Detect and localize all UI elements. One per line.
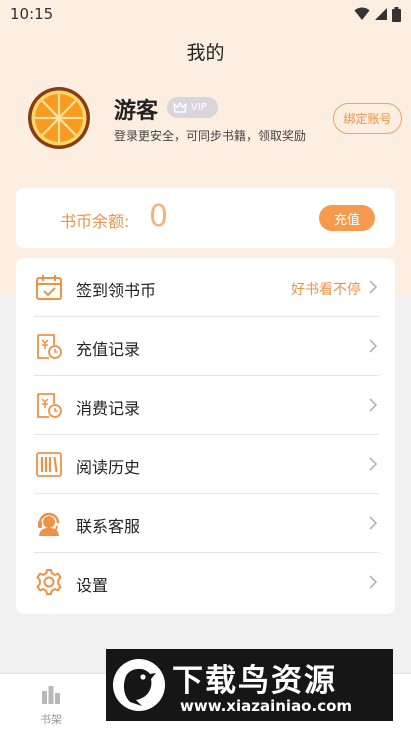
consume-record-icon bbox=[37, 393, 62, 418]
bind-account-button[interactable]: 绑定账号 bbox=[333, 103, 402, 134]
menu-item-label: 阅读历史 bbox=[76, 458, 141, 477]
watermark-banner: 下载鸟资源 www.xiazainiao.com bbox=[106, 649, 393, 721]
battery-icon bbox=[392, 6, 401, 22]
avatar[interactable] bbox=[28, 87, 90, 149]
coin-balance-card: 书币余额: 0 充值 bbox=[16, 188, 395, 248]
menu-item-recharge-record[interactable]: 充值记录 bbox=[16, 317, 395, 376]
gear-icon bbox=[36, 569, 62, 595]
chevron-right-icon bbox=[369, 398, 378, 412]
menu-item-checkin[interactable]: 签到领书币 好书看不停 bbox=[16, 258, 395, 317]
chevron-right-icon bbox=[369, 457, 378, 471]
menu-item-consume-record[interactable]: 消费记录 bbox=[16, 376, 395, 435]
watermark-title: 下载鸟资源 bbox=[172, 663, 337, 699]
bird-logo-icon bbox=[113, 659, 165, 711]
vip-badge: VIP bbox=[167, 97, 218, 118]
menu-item-label: 消费记录 bbox=[76, 399, 141, 418]
menu-item-label: 联系客服 bbox=[76, 517, 141, 536]
tab-label: 书架 bbox=[40, 713, 62, 726]
page-title: 我的 bbox=[186, 42, 225, 64]
wifi-icon bbox=[354, 7, 370, 20]
coin-balance-label: 书币余额: bbox=[60, 212, 130, 231]
crown-icon bbox=[173, 102, 187, 113]
chevron-right-icon bbox=[369, 575, 378, 589]
vip-label: VIP bbox=[191, 102, 207, 113]
calendar-check-icon bbox=[36, 275, 62, 300]
headset-icon bbox=[38, 512, 60, 536]
status-icons bbox=[354, 6, 401, 22]
menu-item-promo: 好书看不停 bbox=[291, 282, 361, 298]
watermark-url: www.xiazainiao.com bbox=[180, 697, 353, 715]
chevron-right-icon bbox=[369, 339, 378, 353]
profile-subtitle: 登录更安全，可同步书籍，领取奖励 bbox=[114, 129, 307, 143]
recharge-record-icon bbox=[37, 334, 62, 359]
status-bar: 10:15 bbox=[0, 0, 411, 28]
recharge-button[interactable]: 充值 bbox=[319, 205, 375, 231]
menu-item-label: 签到领书币 bbox=[76, 281, 157, 300]
menu-item-settings[interactable]: 设置 bbox=[16, 553, 395, 612]
menu-item-label: 设置 bbox=[76, 576, 109, 595]
menu-list: 签到领书币 好书看不停 充值记录 消费记录 阅读历史 联系客服 设置 bbox=[16, 258, 395, 614]
books-icon bbox=[36, 452, 62, 477]
menu-item-label: 充值记录 bbox=[76, 340, 141, 359]
chevron-right-icon bbox=[369, 280, 378, 294]
status-time: 10:15 bbox=[10, 5, 54, 23]
username: 游客 bbox=[114, 99, 159, 124]
chevron-right-icon bbox=[369, 516, 378, 530]
signal-icon bbox=[375, 8, 387, 20]
profile-section: 游客 VIP 登录更安全，可同步书籍，领取奖励 绑定账号 bbox=[28, 87, 402, 151]
menu-item-customer-service[interactable]: 联系客服 bbox=[16, 494, 395, 553]
bookshelf-icon bbox=[42, 686, 60, 704]
tab-bookshelf[interactable]: 书架 bbox=[0, 674, 102, 730]
menu-item-reading-history[interactable]: 阅读历史 bbox=[16, 435, 395, 494]
coin-balance-value: 0 bbox=[149, 199, 169, 234]
